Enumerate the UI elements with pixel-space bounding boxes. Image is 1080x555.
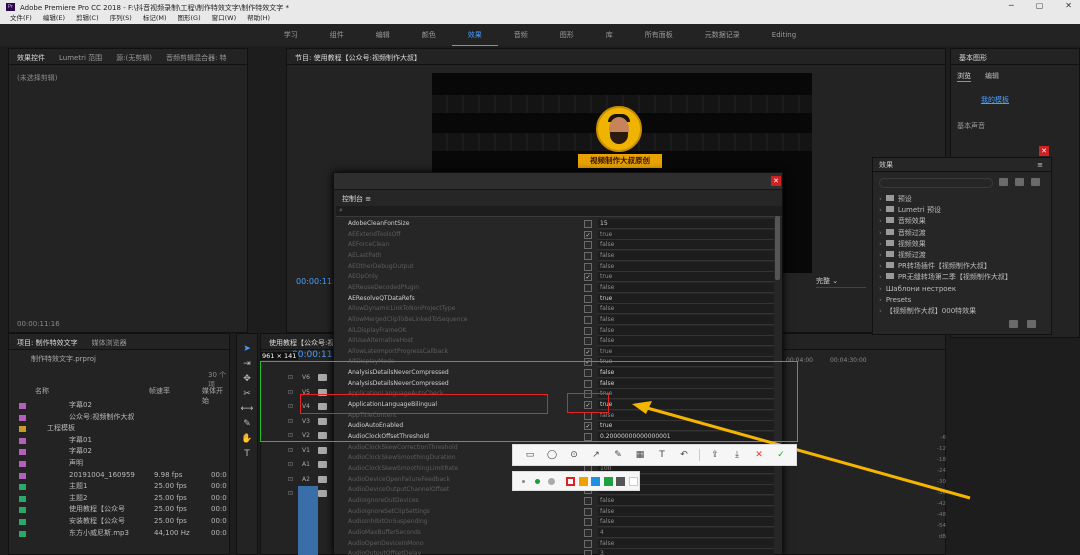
color-swatch[interactable]: [578, 477, 588, 486]
color-swatch[interactable]: [591, 477, 600, 486]
marker-icon[interactable]: ⊙: [563, 450, 585, 460]
text-icon[interactable]: T: [651, 450, 673, 460]
arrow-head-icon: [632, 401, 652, 414]
color-swatch[interactable]: [566, 477, 575, 486]
mosaic-icon[interactable]: ▦: [629, 450, 651, 460]
share-icon[interactable]: ⇪: [704, 450, 726, 460]
download-icon[interactable]: ⤓: [726, 450, 748, 460]
annotation-toolbar: ▭ ◯ ⊙ ↗ ✎ ▦ T ↶ ⇪ ⤓ ✕ ✓: [512, 444, 797, 466]
confirm-icon[interactable]: ✓: [770, 450, 792, 460]
color-palette: [512, 471, 640, 491]
size-medium-icon[interactable]: [535, 479, 540, 484]
size-small-icon[interactable]: [522, 480, 525, 483]
size-large-icon[interactable]: [548, 478, 555, 485]
cancel-icon[interactable]: ✕: [748, 450, 770, 460]
color-swatch[interactable]: [603, 477, 613, 486]
rectangle-icon[interactable]: ▭: [519, 450, 541, 460]
pen-icon[interactable]: ✎: [607, 450, 629, 460]
ellipse-icon[interactable]: ◯: [541, 450, 563, 460]
arrow-icon[interactable]: ↗: [585, 450, 607, 460]
color-swatch[interactable]: [616, 477, 625, 486]
color-swatch[interactable]: [628, 477, 638, 486]
undo-icon[interactable]: ↶: [673, 450, 695, 460]
divider: [699, 449, 700, 461]
